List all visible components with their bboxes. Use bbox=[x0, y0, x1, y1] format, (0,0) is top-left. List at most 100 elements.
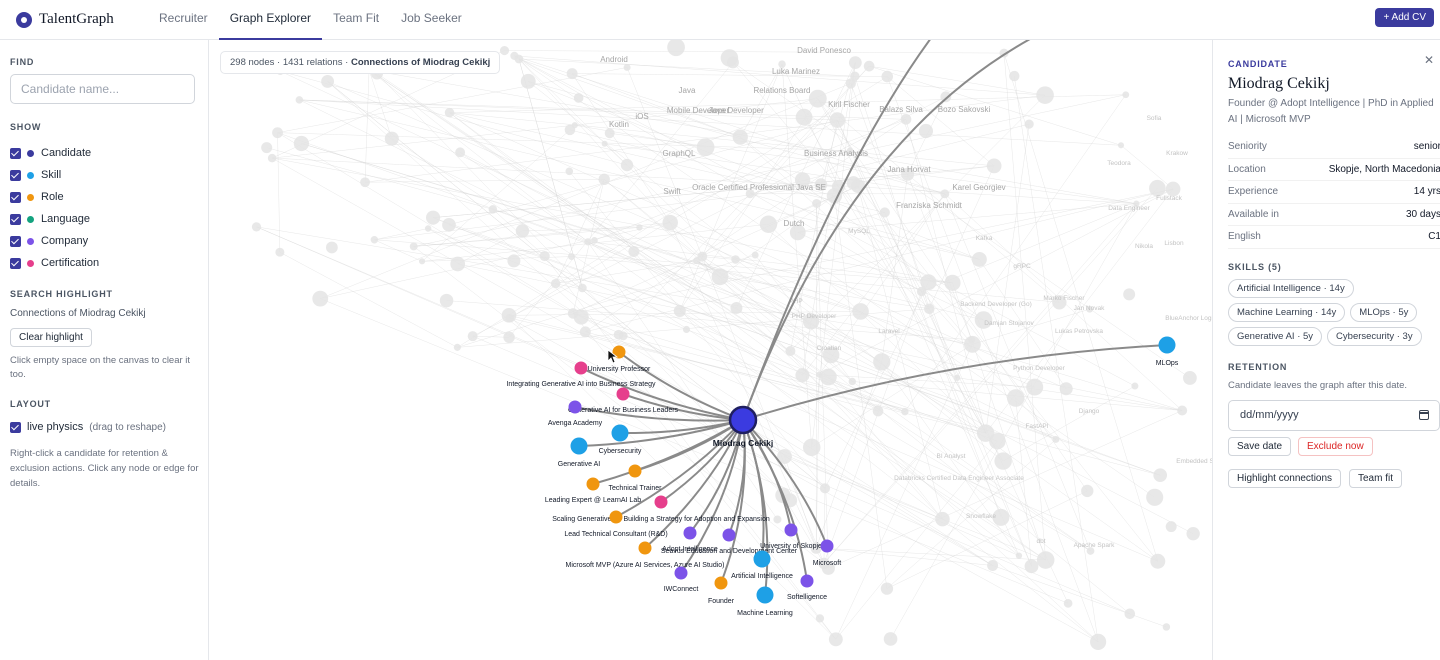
highlight-connections-button[interactable]: Highlight connections bbox=[1228, 469, 1342, 488]
certification-node[interactable] bbox=[616, 387, 630, 401]
company-node[interactable] bbox=[784, 523, 798, 537]
clear-highlight-button[interactable]: Clear highlight bbox=[10, 328, 92, 347]
background-node-label: Jan Novak bbox=[1074, 305, 1105, 312]
candidate-name: Miodrag Cekikj bbox=[1228, 75, 1330, 92]
role-node[interactable] bbox=[628, 464, 642, 478]
team-fit-button[interactable]: Team fit bbox=[1349, 469, 1403, 488]
background-node bbox=[360, 177, 370, 188]
role-node[interactable] bbox=[638, 541, 652, 555]
background-edge bbox=[992, 565, 1167, 628]
background-node-label: FastAPI bbox=[1025, 423, 1048, 430]
role-checkbox[interactable] bbox=[10, 191, 21, 203]
background-node bbox=[584, 238, 592, 246]
role-node[interactable] bbox=[609, 510, 623, 524]
background-node bbox=[1015, 552, 1023, 559]
background-node bbox=[1117, 142, 1125, 149]
company-node[interactable] bbox=[683, 526, 697, 540]
candidate-node[interactable] bbox=[728, 405, 758, 435]
background-node bbox=[696, 138, 715, 157]
background-edge bbox=[555, 179, 605, 284]
connection-edge[interactable] bbox=[742, 419, 792, 531]
certification-node[interactable] bbox=[574, 361, 588, 375]
exclude-now-button[interactable]: Exclude now bbox=[1298, 437, 1373, 456]
background-node bbox=[325, 241, 338, 254]
background-node bbox=[444, 107, 455, 118]
skill-node[interactable] bbox=[1158, 336, 1176, 354]
company-node[interactable] bbox=[722, 528, 736, 542]
company-node[interactable] bbox=[674, 566, 688, 580]
node-label: Founder bbox=[708, 598, 735, 605]
certification-checkbox[interactable] bbox=[10, 257, 21, 269]
language-checkbox[interactable] bbox=[10, 213, 21, 225]
background-node bbox=[1123, 288, 1136, 301]
filter-role[interactable]: Role bbox=[10, 186, 99, 208]
role-node[interactable] bbox=[586, 477, 600, 491]
fact-key: Experience bbox=[1228, 186, 1279, 197]
background-node-label: Franziska Schmidt bbox=[896, 201, 963, 210]
node-label: Technical Trainer bbox=[609, 485, 663, 492]
filter-company[interactable]: Company bbox=[10, 230, 99, 252]
company-node[interactable] bbox=[820, 539, 834, 553]
calendar-icon[interactable] bbox=[1419, 410, 1429, 420]
fact-value: C1 bbox=[1428, 231, 1440, 242]
background-node bbox=[816, 371, 823, 378]
filter-certification[interactable]: Certification bbox=[10, 252, 99, 274]
filter-skill[interactable]: Skill bbox=[10, 164, 99, 186]
background-node bbox=[726, 56, 739, 69]
background-node bbox=[453, 343, 461, 351]
background-node bbox=[815, 614, 825, 623]
certification-color-dot bbox=[27, 259, 34, 267]
skill-node[interactable] bbox=[753, 550, 771, 568]
tab-recruiter[interactable]: Recruiter bbox=[148, 0, 219, 40]
background-node-label: Kiril Fischer bbox=[828, 100, 870, 109]
save-date-button[interactable]: Save date bbox=[1228, 437, 1292, 456]
background-node-label: Damjan Stojanov bbox=[984, 320, 1034, 327]
close-icon[interactable]: ✕ bbox=[1424, 53, 1434, 67]
background-node-label: Android bbox=[600, 55, 628, 64]
role-node[interactable] bbox=[714, 576, 728, 590]
background-node bbox=[682, 325, 691, 334]
skill-chip: Cybersecurity · 3y bbox=[1327, 327, 1422, 346]
background-node bbox=[759, 215, 778, 233]
tab-team-fit[interactable]: Team Fit bbox=[322, 0, 390, 40]
candidate-search-input[interactable] bbox=[10, 74, 195, 104]
background-node bbox=[419, 258, 426, 265]
tab-graph-explorer[interactable]: Graph Explorer bbox=[218, 0, 323, 40]
node-label: Softelligence bbox=[787, 594, 827, 601]
background-node bbox=[935, 511, 950, 527]
node-label: Lead Technical Consultant (R&D) bbox=[564, 531, 667, 538]
skill-node[interactable] bbox=[611, 424, 629, 442]
graph-stats-counts: 298 nodes · 1431 relations · bbox=[230, 57, 351, 68]
filter-label: Skill bbox=[41, 169, 62, 181]
skill-node[interactable] bbox=[570, 437, 588, 455]
live-physics-toggle[interactable]: live physics (drag to reshape) bbox=[10, 421, 166, 433]
background-node-label: Data Engineer bbox=[1108, 205, 1150, 212]
tab-job-seeker[interactable]: Job Seeker bbox=[390, 0, 473, 40]
filter-language[interactable]: Language bbox=[10, 208, 99, 230]
skill-node[interactable] bbox=[756, 586, 774, 604]
live-physics-checkbox[interactable] bbox=[10, 421, 21, 433]
background-edge bbox=[279, 251, 458, 348]
background-node-label: GraphQL bbox=[663, 149, 696, 158]
company-checkbox[interactable] bbox=[10, 235, 21, 247]
node-label: Avenga Academy bbox=[548, 420, 603, 427]
background-edge bbox=[320, 222, 671, 299]
graph-svg[interactable]: Android Java Relations Board David Ponesco L… bbox=[209, 40, 1212, 660]
background-node bbox=[568, 253, 576, 261]
brand[interactable]: TalentGraph bbox=[16, 11, 132, 28]
add-cv-button[interactable]: + Add CV bbox=[1375, 8, 1434, 27]
company-node[interactable] bbox=[568, 400, 582, 414]
skill-checkbox[interactable] bbox=[10, 169, 21, 181]
highlighted-edges[interactable] bbox=[574, 40, 1168, 596]
filter-label: Certification bbox=[41, 257, 100, 269]
graph-canvas[interactable]: Android Java Relations Board David Ponesco L… bbox=[209, 40, 1212, 660]
background-edge bbox=[944, 193, 1091, 552]
retention-date-input[interactable]: dd/mm/yyyy bbox=[1228, 400, 1440, 431]
filter-candidate[interactable]: Candidate bbox=[10, 142, 99, 164]
panel-kicker: CANDIDATE bbox=[1228, 59, 1288, 69]
company-node[interactable] bbox=[800, 574, 814, 588]
certification-node[interactable] bbox=[654, 495, 668, 509]
candidate-checkbox[interactable] bbox=[10, 147, 21, 159]
background-node bbox=[567, 308, 579, 319]
find-heading: FIND bbox=[10, 57, 35, 67]
